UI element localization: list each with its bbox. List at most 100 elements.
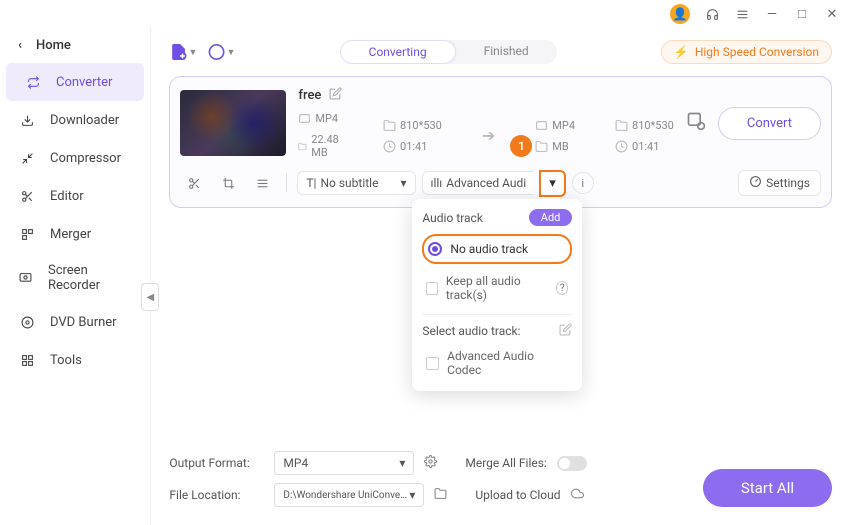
sidebar-item-dvd-burner[interactable]: DVD Burner: [0, 303, 150, 341]
headset-icon[interactable]: [704, 6, 720, 22]
high-speed-button[interactable]: ⚡ High Speed Conversion: [661, 40, 832, 64]
nav-label: Converter: [56, 75, 112, 90]
subtitle-icon: T|: [306, 176, 316, 190]
home-label: Home: [36, 38, 71, 53]
audio-dropdown-caret[interactable]: ▾: [539, 170, 566, 197]
audio-value: Advanced Audi: [446, 176, 526, 190]
keep-all-label: Keep all audio track(s): [446, 274, 548, 302]
minimize-button[interactable]: —: [764, 6, 780, 22]
gauge-icon: [749, 175, 762, 191]
aac-option[interactable]: Advanced Audio Codec: [422, 345, 572, 381]
sidebar-item-tools[interactable]: Tools: [0, 341, 150, 379]
tools-icon: [18, 351, 36, 369]
hamburger-icon[interactable]: [734, 6, 750, 22]
help-icon[interactable]: ?: [556, 281, 568, 295]
edit-name-icon[interactable]: [329, 87, 342, 104]
chevron-down-icon: ▾: [400, 176, 406, 190]
keep-all-option[interactable]: Keep all audio track(s) ?: [422, 270, 572, 306]
src-size: 22.48 MB: [311, 133, 343, 159]
audio-track-popup: Audio track Add No audio track Keep all …: [412, 199, 582, 391]
sidebar-item-compressor[interactable]: Compressor: [0, 139, 150, 177]
checkbox-icon: [426, 357, 439, 370]
subtitle-value: No subtitle: [320, 176, 378, 190]
file-location-label: File Location:: [169, 488, 264, 502]
no-audio-option[interactable]: No audio track: [422, 234, 572, 264]
no-audio-label: No audio track: [450, 242, 528, 256]
trim-icon[interactable]: [180, 169, 208, 197]
add-file-button[interactable]: ▼: [169, 38, 197, 66]
chevron-down-icon: ▾: [399, 456, 405, 470]
disc-icon: [18, 313, 36, 331]
start-all-button[interactable]: Start All: [703, 469, 832, 507]
checkbox-icon: [426, 282, 437, 295]
back-icon: ‹: [18, 38, 22, 53]
output-format-value: MP4: [283, 456, 308, 470]
file-card: free MP4 22.48 MB 810*530 01:41 ➔: [169, 76, 832, 208]
nav-label: Downloader: [50, 113, 119, 128]
audio-icon: ıllı: [431, 176, 443, 190]
compressor-icon: [18, 149, 36, 167]
sidebar-item-converter[interactable]: Converter: [6, 63, 144, 101]
close-button[interactable]: ✕: [824, 6, 840, 22]
tab-converting[interactable]: Converting: [340, 40, 456, 64]
dst-res: 810*530: [632, 119, 674, 132]
dst-format: MP4: [552, 119, 575, 132]
convert-button[interactable]: Convert: [718, 107, 821, 140]
radio-icon: [428, 242, 442, 256]
video-thumbnail[interactable]: [180, 90, 286, 156]
file-location-dropdown[interactable]: D:\Wondershare UniConverter 1 ▾: [274, 483, 424, 507]
sidebar: ‹ Home Converter Downloader Compressor E…: [0, 28, 151, 525]
output-settings-icon[interactable]: [686, 111, 706, 135]
src-dur: 01:41: [400, 140, 427, 153]
nav-label: Editor: [50, 189, 84, 204]
subtitle-dropdown[interactable]: T| No subtitle ▾: [297, 171, 415, 195]
upload-label: Upload to Cloud: [475, 488, 560, 502]
nav-label: Compressor: [50, 151, 121, 166]
output-settings-icon[interactable]: [424, 455, 437, 471]
sidebar-item-downloader[interactable]: Downloader: [0, 101, 150, 139]
separator: [286, 174, 287, 192]
nav-label: Tools: [50, 353, 82, 368]
settings-label: Settings: [766, 176, 810, 190]
popup-title: Audio track: [422, 211, 483, 225]
src-res: 810*530: [400, 119, 442, 132]
crop-icon[interactable]: [214, 169, 242, 197]
download-icon: [18, 111, 36, 129]
file-location-value: D:\Wondershare UniConverter 1: [283, 490, 409, 501]
add-url-button[interactable]: ▼: [207, 38, 235, 66]
merger-icon: [18, 225, 36, 243]
output-format-dropdown[interactable]: MP4 ▾: [274, 451, 414, 475]
chevron-down-icon: ▾: [409, 488, 415, 502]
converter-icon: [24, 73, 42, 91]
settings-button[interactable]: Settings: [738, 170, 821, 196]
output-format-label: Output Format:: [169, 456, 264, 470]
arrow-icon: ➔: [482, 126, 495, 145]
folder-icon[interactable]: [434, 487, 447, 503]
info-icon[interactable]: i: [572, 172, 594, 194]
sidebar-item-editor[interactable]: Editor: [0, 177, 150, 215]
maximize-button[interactable]: □: [794, 6, 810, 22]
add-track-button[interactable]: Add: [529, 209, 573, 226]
tab-finished[interactable]: Finished: [456, 40, 557, 64]
sidebar-item-merger[interactable]: Merger: [0, 215, 150, 253]
home-nav[interactable]: ‹ Home: [0, 28, 150, 63]
select-label: Select audio track:: [422, 324, 520, 338]
cloud-icon[interactable]: [571, 487, 584, 503]
dst-size: MB: [552, 140, 568, 153]
audio-dropdown[interactable]: ıllı Advanced Audi: [422, 171, 535, 195]
dst-dur: 01:41: [632, 140, 659, 153]
effects-icon[interactable]: [248, 169, 276, 197]
aac-label: Advanced Audio Codec: [447, 349, 568, 377]
user-avatar[interactable]: 👤: [670, 4, 690, 24]
status-tabs: Converting Finished: [340, 40, 557, 64]
file-name: free: [298, 88, 321, 103]
lightning-icon: ⚡: [674, 45, 689, 59]
nav-label: Merger: [50, 227, 91, 242]
merge-label: Merge All Files:: [465, 456, 546, 470]
separator: [422, 314, 572, 315]
edit-icon[interactable]: [559, 323, 572, 339]
merge-toggle[interactable]: [557, 456, 587, 471]
nav-label: Screen Recorder: [48, 263, 132, 293]
src-format: MP4: [315, 112, 338, 125]
sidebar-item-screen-recorder[interactable]: Screen Recorder: [0, 253, 150, 303]
